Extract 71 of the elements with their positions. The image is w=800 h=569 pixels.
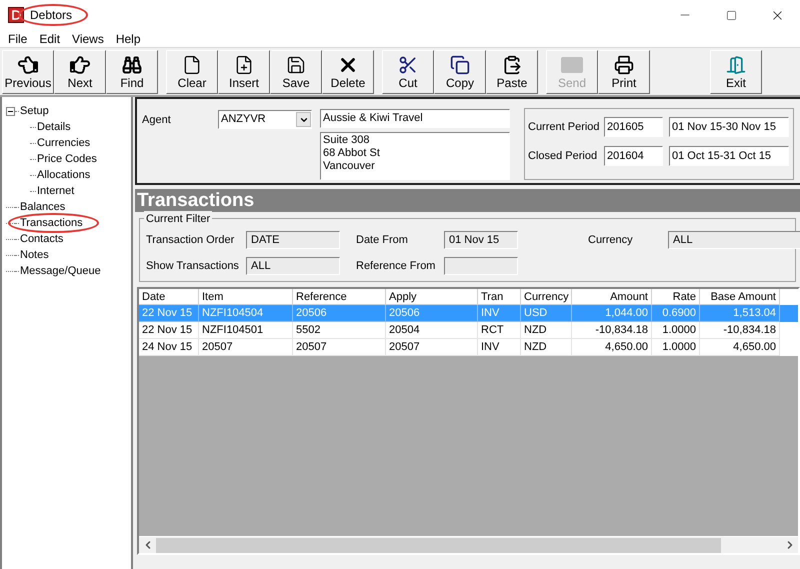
door-icon bbox=[726, 54, 746, 76]
clipboard-icon bbox=[502, 54, 522, 76]
hand-left-icon bbox=[18, 54, 38, 76]
blank-page-icon bbox=[182, 54, 202, 76]
tree-item[interactable]: Details bbox=[37, 120, 71, 133]
horizontal-scrollbar[interactable] bbox=[139, 536, 798, 553]
menu-item[interactable]: Help bbox=[110, 30, 147, 48]
page-plus-icon bbox=[234, 54, 254, 76]
toolbar-button[interactable]: Save bbox=[270, 50, 322, 94]
tree-item[interactable]: Notes bbox=[20, 248, 49, 261]
binoculars-icon bbox=[122, 54, 142, 76]
toolbar-button[interactable]: Copy bbox=[434, 50, 486, 94]
table-cell: 24 Nov 15 bbox=[139, 339, 199, 356]
tree-item[interactable]: Internet bbox=[37, 184, 74, 197]
toolbar-button[interactable]: Print bbox=[598, 50, 650, 94]
tree-item[interactable]: Setup bbox=[20, 104, 49, 117]
scroll-thumb[interactable] bbox=[156, 538, 721, 552]
table-cell: 20507 bbox=[293, 339, 386, 356]
table-cell: 4,650.00 bbox=[572, 339, 652, 356]
app-icon bbox=[8, 7, 24, 23]
tree-item[interactable]: Price Codes bbox=[37, 152, 97, 165]
toolbar-button[interactable]: Clear bbox=[166, 50, 218, 94]
menu-item[interactable]: Views bbox=[66, 30, 110, 48]
period-code-field[interactable]: 201605 bbox=[604, 117, 663, 137]
hand-right-icon bbox=[70, 54, 90, 76]
tree-item[interactable]: Contacts bbox=[20, 232, 64, 245]
toolbar-button[interactable]: Next bbox=[54, 50, 106, 94]
tree-item[interactable]: Allocations bbox=[37, 168, 90, 181]
tree-item[interactable]: Currencies bbox=[37, 136, 90, 149]
period-label: Current Period bbox=[528, 120, 601, 135]
collapse-icon[interactable] bbox=[6, 106, 15, 116]
copy-icon bbox=[450, 54, 470, 76]
filter-field: ALL bbox=[246, 257, 340, 275]
tree-item[interactable]: Message/Queue bbox=[20, 264, 101, 277]
table-cell: 20507 bbox=[199, 339, 293, 356]
table-cell: 20507 bbox=[386, 339, 478, 356]
filter-field: DATE bbox=[246, 231, 340, 249]
toolbar-button[interactable]: Delete bbox=[322, 50, 374, 94]
table-cell: 1.0000 bbox=[652, 339, 700, 356]
period-code-field[interactable]: 201604 bbox=[604, 146, 663, 166]
agent-name-field[interactable]: Aussie & Kiwi Travel bbox=[320, 109, 510, 128]
toolbar-button[interactable]: Find bbox=[106, 50, 158, 94]
filter-field: ALL bbox=[668, 231, 800, 249]
toolbar-button[interactable]: Exit bbox=[710, 50, 762, 94]
period-range-field[interactable]: 01 Nov 15-30 Nov 15 bbox=[669, 117, 789, 137]
filter-field: 01 Nov 15 bbox=[444, 231, 518, 249]
period-label: Closed Period bbox=[528, 148, 598, 164]
window-title: Debtors bbox=[30, 8, 72, 22]
toolbar-button[interactable]: Paste bbox=[486, 50, 538, 94]
menu-item[interactable]: Edit bbox=[33, 30, 66, 48]
table-cell: 4,650.00 bbox=[700, 339, 780, 356]
section-header: Transactions bbox=[135, 189, 800, 212]
agent-dropdown[interactable]: ANZYVR bbox=[218, 110, 312, 129]
tree-item[interactable]: Balances bbox=[20, 200, 66, 213]
toolbar-button[interactable]: Cut bbox=[382, 50, 434, 94]
agent-label: Agent bbox=[141, 113, 172, 128]
address-field[interactable]: Suite 308 68 Abbot St Vancouver bbox=[320, 132, 510, 180]
toolbar-button[interactable]: Insert bbox=[218, 50, 270, 94]
filter-label: Reference From bbox=[356, 258, 436, 274]
toolbar-button[interactable]: Previous bbox=[2, 50, 54, 94]
menu-item[interactable]: File bbox=[2, 30, 34, 48]
filter-label: Transaction Order bbox=[146, 232, 236, 248]
filter-label: Show Transactions bbox=[146, 258, 240, 274]
filter-label: Date From bbox=[356, 232, 409, 248]
period-range-field[interactable]: 01 Oct 15-31 Oct 15 bbox=[669, 146, 789, 166]
filter-label: Currency bbox=[588, 232, 634, 248]
tree-item[interactable]: Transactions bbox=[20, 216, 83, 229]
scissors-icon bbox=[398, 54, 418, 76]
table-cell: NZD bbox=[521, 339, 572, 356]
table-cell: INV bbox=[478, 339, 521, 356]
printer-icon bbox=[614, 54, 634, 76]
